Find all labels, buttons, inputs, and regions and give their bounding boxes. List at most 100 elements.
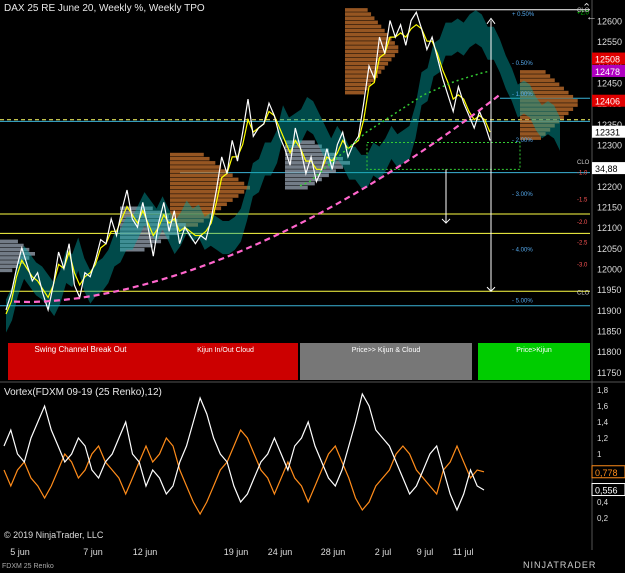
percent-level-label: - 2.00% (512, 138, 533, 144)
date-tick-label: 11 jul (453, 547, 474, 557)
date-tick-label: 28 jun (321, 547, 346, 557)
tpo-bar (520, 70, 546, 74)
tpo-bar (170, 177, 239, 182)
arrow-left-icon[interactable]: ← (586, 11, 597, 23)
tpo-bar (0, 264, 18, 269)
tpo-bar (170, 198, 233, 202)
small-level-label: CLO (577, 290, 590, 296)
cloud-band (6, 10, 560, 333)
price-tag-label: 12478 (595, 67, 620, 77)
price-tag-label: 12406 (595, 97, 620, 107)
small-level-label: CLO (577, 160, 590, 166)
price-tick-label: 11850 (597, 327, 621, 337)
tpo-bar (345, 61, 389, 66)
small-level-label: -3.0 (577, 263, 588, 269)
copyright: © 2019 NinjaTrader, LLC (4, 530, 104, 540)
price-tick-label: 11800 (597, 347, 621, 357)
date-tick-label: 2 jul (375, 547, 392, 557)
tpo-bar (170, 152, 204, 157)
tpo-bar (170, 156, 210, 161)
date-tick-label: 12 jun (133, 547, 158, 557)
price-tick-label: 12450 (597, 79, 622, 89)
date-tick-label: 5 jun (10, 547, 30, 557)
percent-level-label: - 3.00% (512, 192, 533, 198)
price-tick-label: 12550 (597, 37, 622, 47)
tpo-bar (345, 16, 375, 21)
date-tick-label: 7 jun (83, 547, 103, 557)
date-tick-label: 24 jun (268, 547, 293, 557)
tpo-bar (345, 32, 389, 37)
tpo-bar (345, 8, 368, 12)
tpo-bar (520, 74, 551, 78)
percent-level-label: - 5.00% (512, 299, 533, 305)
tpo-bar (0, 239, 18, 244)
price-tick-label: 12600 (597, 17, 622, 27)
instrument-label: FDXM 25 Renko (2, 563, 54, 570)
tpo-bar (0, 268, 13, 273)
tpo-bar (345, 49, 399, 54)
price-tick-label: 12200 (597, 182, 622, 192)
tpo-bar (345, 53, 395, 58)
vortex-tag-label: 0,556 (595, 486, 618, 496)
price-tag-label: 34,88 (595, 164, 618, 174)
price-tick-label: 11900 (597, 306, 621, 316)
date-tick-label: 19 jun (224, 547, 249, 557)
tpo-bar (345, 45, 399, 49)
vortex-tick-label: 0,2 (597, 514, 609, 523)
price-tick-label: 12300 (597, 141, 622, 151)
price-tag-label: 12331 (595, 128, 620, 138)
vortex-tag-label: 0,778 (595, 468, 618, 478)
signal-box-label: Price>> Kijun & Cloud (352, 347, 421, 354)
tpo-bar (170, 194, 239, 198)
price-tick-label: 12000 (597, 265, 622, 275)
vortex-tick-label: 1,6 (597, 402, 609, 411)
ninjatrader-logo-icon: NINJATRADER (523, 560, 597, 570)
signal-box-label: Swing Channel Break Out (34, 345, 127, 354)
vortex-title: Vortex(FDXM 09-19 (25 Renko),12) (4, 387, 162, 398)
small-level-label: -1.0 (577, 170, 588, 176)
tpo-bar (170, 190, 245, 194)
tpo-bar (345, 37, 392, 41)
vortex-tick-label: 1,2 (597, 434, 609, 443)
chart-title: DAX 25 RE June 20, Weekly %, Weekly TPO (4, 3, 205, 14)
tpo-bar (345, 24, 382, 29)
tpo-bar (285, 169, 336, 173)
tpo-bar (345, 12, 372, 16)
price-tick-label: 11950 (597, 285, 621, 295)
percent-level-label: - 0.50% (512, 61, 533, 67)
tpo-bar (345, 66, 385, 70)
vortex-tick-label: 1 (597, 450, 602, 459)
tpo-bar (285, 185, 308, 190)
percent-level-label: - 1.00% (512, 92, 533, 98)
vortex-tick-label: 1,4 (597, 418, 609, 427)
tpo-bar (345, 86, 368, 91)
small-level-label: -1.5 (577, 197, 588, 203)
tpo-bar (345, 90, 365, 95)
price-tag-label: 12508 (595, 55, 620, 65)
price-tick-label: 11750 (597, 368, 621, 378)
tpo-bar (170, 165, 222, 169)
percent-level-label: + 0.50% (512, 12, 535, 18)
tpo-bar (345, 78, 375, 83)
tpo-bar (345, 28, 385, 33)
date-tick-label: 9 jul (417, 547, 434, 557)
price-tick-label: 12100 (597, 223, 622, 233)
percent-level-label: - 4.00% (512, 248, 533, 254)
vortex-minus-line (3, 392, 485, 512)
tpo-bar (170, 161, 216, 165)
vortex-tick-label: 1,8 (597, 386, 609, 395)
small-level-label: -2.5 (577, 241, 588, 247)
small-level-label: -2.0 (577, 220, 588, 226)
vortex-tick-label: 0,4 (597, 498, 609, 507)
signal-box-label: Price>Kijun (516, 347, 552, 354)
tpo-bar (170, 181, 245, 186)
tpo-bar (170, 169, 227, 173)
price-tick-label: 12150 (597, 203, 622, 213)
tpo-bar (170, 185, 250, 190)
tpo-bar (345, 20, 378, 25)
tpo-bar (0, 243, 24, 248)
signal-box-label: Kijun In/Out Cloud (197, 347, 254, 354)
tpo-bar (285, 173, 329, 178)
chart-canvas[interactable]: Swing Channel Break Out Kijun In/Out Clou… (0, 0, 625, 573)
tpo-bar (345, 57, 392, 62)
